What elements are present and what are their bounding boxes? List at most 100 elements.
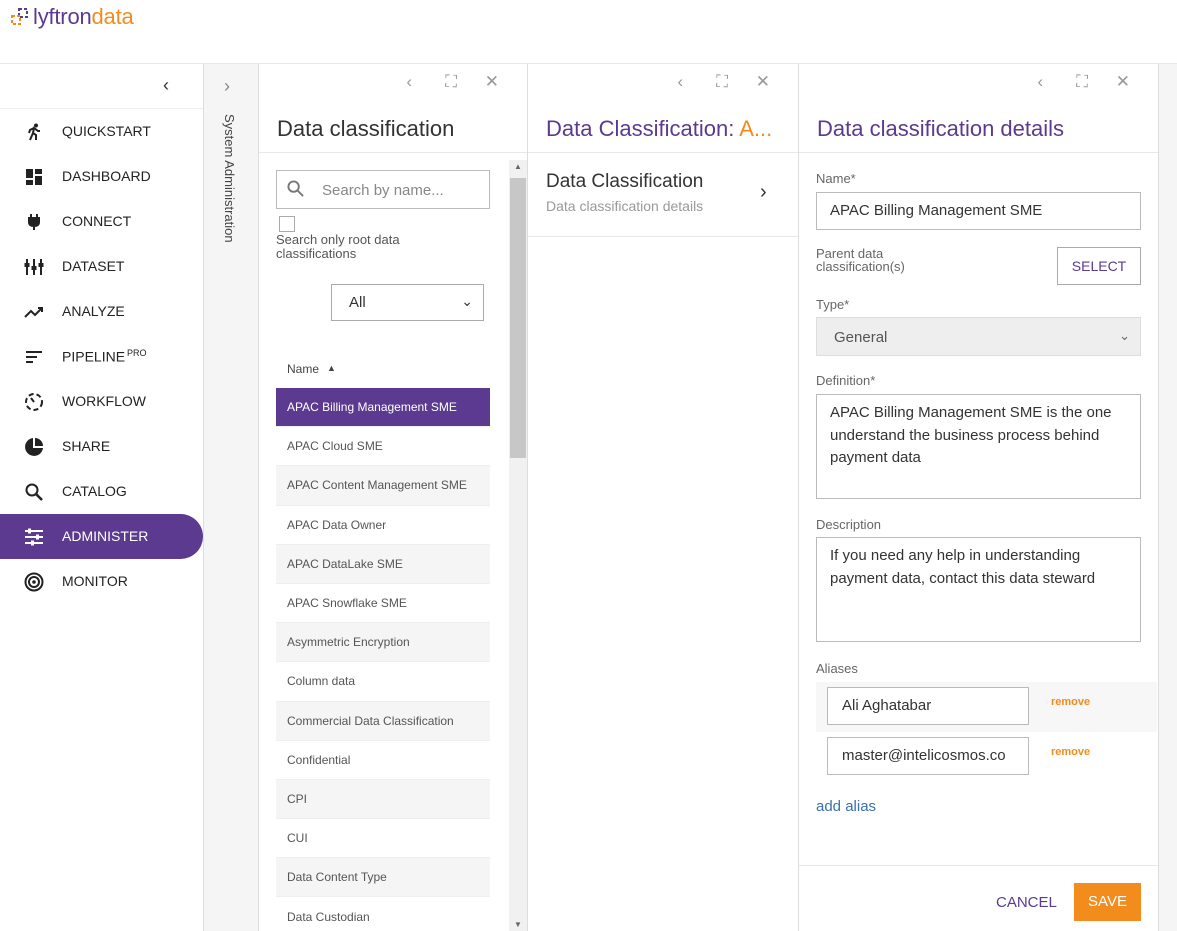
breadcrumb-strip[interactable]: › System Administration <box>204 64 259 931</box>
chevron-left-icon[interactable]: ‹ <box>406 72 412 92</box>
search-icon <box>22 480 46 504</box>
description-label: Description <box>816 517 882 532</box>
list-item[interactable]: CUI <box>276 819 490 859</box>
logo-text: lyftrondata <box>33 4 134 29</box>
classification-panel: ‹ ⛶ ✕ Data Classification: A... Data Cla… <box>528 64 799 931</box>
scroll-up-icon[interactable]: ▲ <box>514 162 522 171</box>
card-title: Data Classification <box>546 171 704 192</box>
divider <box>799 865 1158 866</box>
sidebar-item-analyze[interactable]: ANALYZE <box>0 289 203 334</box>
list-item[interactable]: Data Content Type <box>276 858 490 898</box>
sidebar-item-label: CATALOG <box>62 483 127 499</box>
sidebar-item-label: SHARE <box>62 438 111 454</box>
root-only-checkbox[interactable] <box>279 216 295 232</box>
list-item[interactable]: APAC Cloud SME <box>276 427 490 467</box>
sidebar-item-label: DASHBOARD <box>62 168 151 184</box>
save-button[interactable]: SAVE <box>1074 883 1141 921</box>
sidebar-collapse-button[interactable]: ‹ <box>0 64 203 109</box>
close-icon[interactable]: ✕ <box>1116 72 1130 92</box>
details-nav-card[interactable]: Data Classification Data classification … <box>528 153 798 237</box>
list-item[interactable]: CPI <box>276 779 490 820</box>
sidebar-item-dashboard[interactable]: DASHBOARD <box>0 154 203 199</box>
logo[interactable]: lyftrondata <box>10 4 134 30</box>
sidebar-item-pipeline[interactable]: PIPELINE PRO <box>0 334 203 379</box>
type-value: General <box>834 329 888 346</box>
list-item[interactable]: APAC Billing Management SME <box>276 388 490 428</box>
pie-icon <box>22 435 46 459</box>
column-header-name[interactable]: Name ▲ <box>287 362 336 376</box>
panel-title: Data classification details <box>817 116 1065 141</box>
list-item[interactable]: Confidential <box>276 741 490 780</box>
list-item[interactable]: Column data <box>276 662 490 702</box>
scrollbar-thumb[interactable] <box>510 178 526 458</box>
remove-alias-button[interactable]: remove <box>1051 696 1090 708</box>
alias-field[interactable]: master@intelicosmos.co <box>827 737 1029 775</box>
sidebar-item-label: CONNECT <box>62 213 132 229</box>
definition-label: Definition* <box>816 373 876 388</box>
card-subtitle: Data classification details <box>546 198 704 214</box>
classification-list-panel: ‹ ⛶ ✕ Data classification Search by name… <box>259 64 528 931</box>
sidebar-item-monitor[interactable]: MONITOR <box>0 559 203 604</box>
close-icon[interactable]: ✕ <box>485 72 499 92</box>
list-item[interactable]: Data Custodian <box>276 897 490 931</box>
sliders-icon <box>22 525 46 549</box>
pipeline-icon <box>22 345 46 369</box>
name-label: Name* <box>816 171 856 186</box>
sidebar-item-catalog[interactable]: CATALOG <box>0 469 203 514</box>
chevron-down-icon: ⌄ <box>1119 328 1130 343</box>
list-item[interactable]: APAC Snowflake SME <box>276 584 490 624</box>
panel-title: Data Classification: A... <box>546 116 773 141</box>
sidebar-item-connect[interactable]: CONNECT <box>0 199 203 244</box>
trend-icon <box>22 300 46 324</box>
filter-select[interactable]: All ⌄ <box>331 284 484 321</box>
alias-row: Ali Aghatabar remove <box>816 682 1157 732</box>
sidebar-item-workflow[interactable]: WORKFLOW <box>0 379 203 424</box>
list-item[interactable]: Commercial Data Classification <box>276 701 490 741</box>
list-item[interactable]: APAC DataLake SME <box>276 544 490 584</box>
expand-icon[interactable]: ⛶ <box>716 72 728 92</box>
filter-value: All <box>349 294 366 311</box>
expand-icon[interactable]: ⛶ <box>1076 72 1088 92</box>
dashboard-icon <box>22 165 46 189</box>
description-field[interactable]: If you need any help in understanding pa… <box>816 537 1141 642</box>
remove-alias-button[interactable]: remove <box>1051 746 1090 758</box>
sidebar-item-dataset[interactable]: DATASET <box>0 244 203 289</box>
chevron-left-icon[interactable]: ‹ <box>677 72 683 92</box>
add-alias-link[interactable]: add alias <box>816 798 876 815</box>
list-item[interactable]: APAC Data Owner <box>276 506 490 545</box>
strip-label: System Administration <box>222 114 237 243</box>
cancel-button[interactable]: CANCEL <box>996 894 1057 911</box>
close-icon[interactable]: ✕ <box>756 72 770 92</box>
chevron-right-icon[interactable]: › <box>224 76 230 97</box>
plug-icon <box>22 210 46 234</box>
sidebar-item-quickstart[interactable]: QUICKSTART <box>0 109 203 154</box>
scroll-down-icon[interactable]: ▼ <box>514 920 522 929</box>
root-only-label: Search only root data classifications <box>276 232 400 261</box>
sidebar-item-administer[interactable]: ADMINISTER <box>0 514 203 559</box>
search-input[interactable]: Search by name... <box>276 170 490 209</box>
expand-icon[interactable]: ⛶ <box>445 72 457 92</box>
run-icon <box>22 120 46 144</box>
select-parent-button[interactable]: SELECT <box>1057 247 1141 285</box>
type-select[interactable]: General ⌄ <box>816 317 1141 356</box>
chevron-right-icon: › <box>760 181 767 203</box>
sidebar-item-label: ADMINISTER <box>62 528 149 544</box>
alias-row: master@intelicosmos.co remove <box>816 732 1157 782</box>
sidebar-item-label: PIPELINE PRO <box>62 348 147 365</box>
alias-field[interactable]: Ali Aghatabar <box>827 687 1029 725</box>
list-item[interactable]: APAC Content Management SME <box>276 466 490 506</box>
top-bar: lyftrondata <box>0 0 1177 64</box>
parent-label: Parent data classification(s) <box>816 246 905 274</box>
right-gutter <box>1159 64 1177 931</box>
sidebar-item-share[interactable]: SHARE <box>0 424 203 469</box>
sidebar-item-label: DATASET <box>62 258 125 274</box>
chevron-left-icon[interactable]: ‹ <box>1037 72 1043 92</box>
classification-list: APAC Billing Management SME APAC Cloud SM… <box>276 388 490 931</box>
definition-field[interactable]: APAC Billing Management SME is the one u… <box>816 394 1141 499</box>
logo-mark-icon <box>10 4 32 30</box>
dataset-icon <box>22 255 46 279</box>
scrollbar[interactable]: ▲ ▼ <box>509 160 527 931</box>
monitor-icon <box>22 570 46 594</box>
list-item[interactable]: Asymmetric Encryption <box>276 623 490 663</box>
name-field[interactable]: APAC Billing Management SME <box>816 192 1141 230</box>
